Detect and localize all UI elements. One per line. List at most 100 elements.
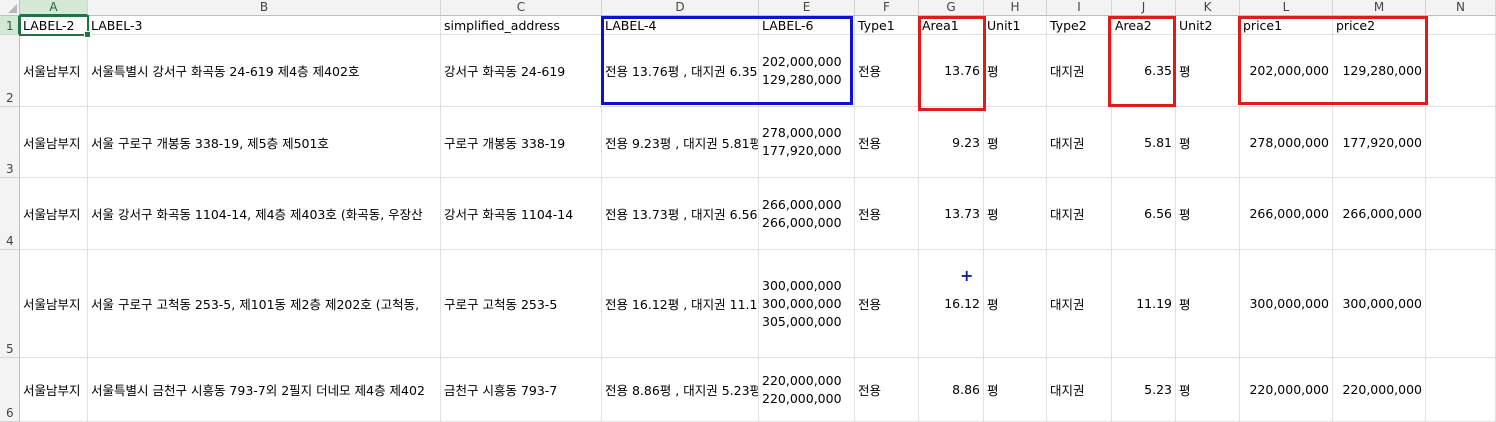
spreadsheet-grid[interactable]: A B C D E F G H I J K L M N 1 2 3 4 5 6 LABEL-2 LABEL-3 simpli… <box>0 0 1496 422</box>
cell-j3[interactable]: 5.81 <box>1112 107 1176 178</box>
cell-c3[interactable]: 구로구 개봉동 338-19 <box>441 107 602 178</box>
cell-j2[interactable]: 6.35 <box>1112 35 1176 107</box>
cell-a2[interactable]: 서울남부지 <box>20 35 88 107</box>
cell-m6[interactable]: 220,000,000 <box>1333 358 1426 422</box>
cell-a5[interactable]: 서울남부지 <box>20 250 88 358</box>
cell-f5[interactable]: 전용 <box>855 250 919 358</box>
cell-b2[interactable]: 서울특별시 강서구 화곡동 24-619 제4층 제402호 <box>88 35 441 107</box>
cell-d6[interactable]: 전용 8.86평 , 대지권 5.23평 <box>602 358 759 422</box>
cell-g5[interactable]: 16.12 <box>919 250 984 358</box>
cell-a4[interactable]: 서울남부지 <box>20 178 88 250</box>
cell-k6[interactable]: 평 <box>1176 358 1240 422</box>
cell-l3[interactable]: 278,000,000 <box>1240 107 1333 178</box>
cell-c2[interactable]: 강서구 화곡동 24-619 <box>441 35 602 107</box>
column-header-e[interactable]: E <box>759 0 855 16</box>
header-cell-e[interactable]: LABEL-6 <box>759 16 855 35</box>
cell-c4[interactable]: 강서구 화곡동 1104-14 <box>441 178 602 250</box>
cell-f3[interactable]: 전용 <box>855 107 919 178</box>
column-header-k[interactable]: K <box>1176 0 1240 16</box>
cell-d4[interactable]: 전용 13.73평 , 대지권 6.56평 <box>602 178 759 250</box>
cell-n6[interactable] <box>1426 358 1496 422</box>
row-header-6[interactable]: 6 <box>0 358 20 422</box>
cell-l4[interactable]: 266,000,000 <box>1240 178 1333 250</box>
cell-b6[interactable]: 서울특별시 금천구 시흥동 793-7외 2필지 더네모 제4층 제402 <box>88 358 441 422</box>
cell-g4[interactable]: 13.73 <box>919 178 984 250</box>
cell-e3[interactable]: 278,000,000 177,920,000 <box>759 107 855 178</box>
cell-d5[interactable]: 전용 16.12평 , 대지권 11.19평 <box>602 250 759 358</box>
cell-j6[interactable]: 5.23 <box>1112 358 1176 422</box>
header-cell-c[interactable]: simplified_address <box>441 16 602 35</box>
cell-g6[interactable]: 8.86 <box>919 358 984 422</box>
cell-e5[interactable]: 300,000,000 300,000,000 305,000,000 <box>759 250 855 358</box>
header-cell-a[interactable]: LABEL-2 <box>20 16 88 35</box>
header-cell-g[interactable]: Area1 <box>919 16 984 35</box>
cell-n5[interactable] <box>1426 250 1496 358</box>
cell-g2[interactable]: 13.76 <box>919 35 984 107</box>
cell-a3[interactable]: 서울남부지 <box>20 107 88 178</box>
column-header-b[interactable]: B <box>88 0 441 16</box>
cell-j4[interactable]: 6.56 <box>1112 178 1176 250</box>
cell-c5[interactable]: 구로구 고척동 253-5 <box>441 250 602 358</box>
cell-g3[interactable]: 9.23 <box>919 107 984 178</box>
column-header-m[interactable]: M <box>1333 0 1426 16</box>
cell-i3[interactable]: 대지권 <box>1047 107 1112 178</box>
column-header-h[interactable]: H <box>984 0 1047 16</box>
cell-m5[interactable]: 300,000,000 <box>1333 250 1426 358</box>
header-cell-m[interactable]: price2 <box>1333 16 1426 35</box>
cell-h2[interactable]: 평 <box>984 35 1047 107</box>
cell-e4[interactable]: 266,000,000 266,000,000 <box>759 178 855 250</box>
cell-h4[interactable]: 평 <box>984 178 1047 250</box>
cell-i5[interactable]: 대지권 <box>1047 250 1112 358</box>
cell-n2[interactable] <box>1426 35 1496 107</box>
column-header-d[interactable]: D <box>602 0 759 16</box>
header-cell-n[interactable] <box>1426 16 1496 35</box>
row-header-4[interactable]: 4 <box>0 178 20 250</box>
cell-k5[interactable]: 평 <box>1176 250 1240 358</box>
cell-m4[interactable]: 266,000,000 <box>1333 178 1426 250</box>
column-header-i[interactable]: I <box>1047 0 1112 16</box>
cell-n4[interactable] <box>1426 178 1496 250</box>
row-header-3[interactable]: 3 <box>0 107 20 178</box>
header-cell-b[interactable]: LABEL-3 <box>88 16 441 35</box>
cell-i6[interactable]: 대지권 <box>1047 358 1112 422</box>
cell-i2[interactable]: 대지권 <box>1047 35 1112 107</box>
row-header-5[interactable]: 5 <box>0 250 20 358</box>
cell-k2[interactable]: 평 <box>1176 35 1240 107</box>
cell-a6[interactable]: 서울남부지 <box>20 358 88 422</box>
cell-h6[interactable]: 평 <box>984 358 1047 422</box>
cell-f6[interactable]: 전용 <box>855 358 919 422</box>
cell-f2[interactable]: 전용 <box>855 35 919 107</box>
column-header-j[interactable]: J <box>1112 0 1176 16</box>
column-header-f[interactable]: F <box>855 0 919 16</box>
header-cell-h[interactable]: Unit1 <box>984 16 1047 35</box>
cell-l5[interactable]: 300,000,000 <box>1240 250 1333 358</box>
column-header-n[interactable]: N <box>1426 0 1496 16</box>
cell-k4[interactable]: 평 <box>1176 178 1240 250</box>
cell-e2[interactable]: 202,000,000 129,280,000 <box>759 35 855 107</box>
select-all-corner[interactable] <box>0 0 20 16</box>
cell-l6[interactable]: 220,000,000 <box>1240 358 1333 422</box>
cell-b5[interactable]: 서울 구로구 고척동 253-5, 제101동 제2층 제202호 (고척동, <box>88 250 441 358</box>
cell-m2[interactable]: 129,280,000 <box>1333 35 1426 107</box>
header-cell-f[interactable]: Type1 <box>855 16 919 35</box>
cell-h3[interactable]: 평 <box>984 107 1047 178</box>
column-header-g[interactable]: G <box>919 0 984 16</box>
cell-c6[interactable]: 금천구 시흥동 793-7 <box>441 358 602 422</box>
row-header-1[interactable]: 1 <box>0 16 20 35</box>
column-header-a[interactable]: A <box>20 0 88 16</box>
cell-b4[interactable]: 서울 강서구 화곡동 1104-14, 제4층 제403호 (화곡동, 우장산 <box>88 178 441 250</box>
cell-k3[interactable]: 평 <box>1176 107 1240 178</box>
cell-h5[interactable]: 평 <box>984 250 1047 358</box>
cell-d2[interactable]: 전용 13.76평 , 대지권 6.35평 <box>602 35 759 107</box>
cell-n3[interactable] <box>1426 107 1496 178</box>
header-cell-i[interactable]: Type2 <box>1047 16 1112 35</box>
cell-l2[interactable]: 202,000,000 <box>1240 35 1333 107</box>
cell-b3[interactable]: 서울 구로구 개봉동 338-19, 제5층 제501호 <box>88 107 441 178</box>
cell-j5[interactable]: 11.19 <box>1112 250 1176 358</box>
header-cell-j[interactable]: Area2 <box>1112 16 1176 35</box>
column-header-c[interactable]: C <box>441 0 602 16</box>
row-header-2[interactable]: 2 <box>0 35 20 107</box>
header-cell-l[interactable]: price1 <box>1240 16 1333 35</box>
header-cell-d[interactable]: LABEL-4 <box>602 16 759 35</box>
cell-m3[interactable]: 177,920,000 <box>1333 107 1426 178</box>
